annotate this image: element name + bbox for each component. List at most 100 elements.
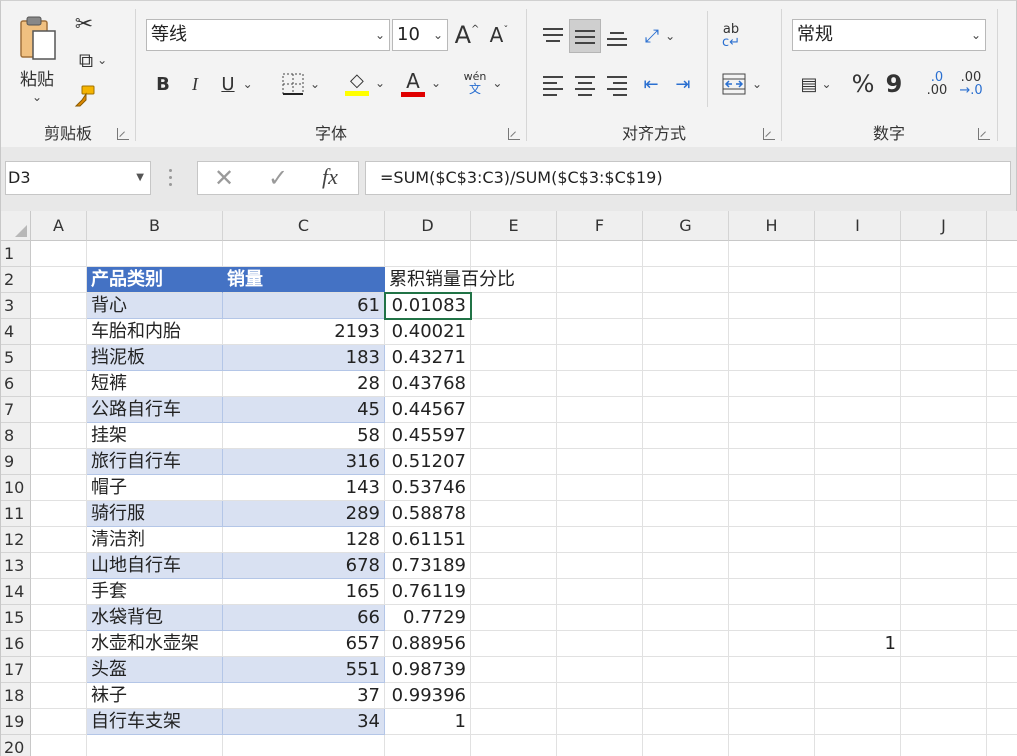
category-cell[interactable]: 短裤 <box>87 371 223 397</box>
sales-cell[interactable]: 37 <box>223 683 385 709</box>
clipboard-launcher-icon[interactable] <box>117 128 129 140</box>
middle-align-button[interactable] <box>569 19 601 53</box>
cumulative-pct-cell[interactable]: 0.61151 <box>385 527 471 553</box>
cell-a2[interactable] <box>31 267 87 293</box>
cell-g15[interactable] <box>643 605 729 631</box>
cell-h15[interactable] <box>729 605 815 631</box>
cell-j7[interactable] <box>901 397 987 423</box>
underline-button[interactable]: U ⌄ <box>214 69 260 99</box>
cell-h8[interactable] <box>729 423 815 449</box>
cell-c20[interactable] <box>223 735 385 756</box>
cell-j17[interactable] <box>901 657 987 683</box>
cell-f3[interactable] <box>557 293 643 319</box>
cell-h6[interactable] <box>729 371 815 397</box>
category-cell[interactable]: 清洁剂 <box>87 527 223 553</box>
cell-f13[interactable] <box>557 553 643 579</box>
cell-f10[interactable] <box>557 475 643 501</box>
row-header-3[interactable]: 3 <box>1 293 31 319</box>
cell-j20[interactable] <box>901 735 987 756</box>
category-cell[interactable]: 挡泥板 <box>87 345 223 371</box>
cumulative-pct-cell[interactable]: 0.51207 <box>385 449 471 475</box>
row-header-5[interactable]: 5 <box>1 345 31 371</box>
cell-g1[interactable] <box>643 241 729 267</box>
formula-input[interactable]: =SUM($C$3:C3)/SUM($C$3:$C$19) <box>365 161 1011 195</box>
cell-g10[interactable] <box>643 475 729 501</box>
cell-i7[interactable] <box>815 397 901 423</box>
cell-i11[interactable] <box>815 501 901 527</box>
row-header-2[interactable]: 2 <box>1 267 31 293</box>
category-cell[interactable]: 山地自行车 <box>87 553 223 579</box>
column-header-a[interactable]: A <box>31 211 87 241</box>
cell-h7[interactable] <box>729 397 815 423</box>
column-header-j[interactable]: J <box>901 211 987 241</box>
cell-h1[interactable] <box>729 241 815 267</box>
cell-a19[interactable] <box>31 709 87 735</box>
cell-e4[interactable] <box>471 319 557 345</box>
cell-d1[interactable] <box>385 241 471 267</box>
cumulative-pct-cell[interactable]: 0.73189 <box>385 553 471 579</box>
cell-i16[interactable]: 1 <box>815 631 901 657</box>
cell-e20[interactable] <box>471 735 557 756</box>
cell-a4[interactable] <box>31 319 87 345</box>
sales-cell[interactable]: 61 <box>223 293 385 319</box>
cell-h9[interactable] <box>729 449 815 475</box>
column-header-h[interactable]: H <box>729 211 815 241</box>
cell-e19[interactable] <box>471 709 557 735</box>
paste-button[interactable]: 粘贴 ⌄ <box>11 9 63 109</box>
cell-i18[interactable] <box>815 683 901 709</box>
cut-button[interactable]: ✂ <box>69 9 99 39</box>
align-center-button[interactable] <box>569 67 601 101</box>
cell-g14[interactable] <box>643 579 729 605</box>
row-header-16[interactable]: 16 <box>1 631 31 657</box>
sales-cell[interactable]: 678 <box>223 553 385 579</box>
cumulative-pct-cell[interactable]: 0.7729 <box>385 605 471 631</box>
cell-h11[interactable] <box>729 501 815 527</box>
sales-cell[interactable]: 316 <box>223 449 385 475</box>
cell-g4[interactable] <box>643 319 729 345</box>
cell-a15[interactable] <box>31 605 87 631</box>
name-box[interactable]: D3 ▼ <box>5 161 151 195</box>
cell-a14[interactable] <box>31 579 87 605</box>
sales-cell[interactable]: 28 <box>223 371 385 397</box>
enter-icon[interactable]: ✓ <box>268 164 288 192</box>
cell-g12[interactable] <box>643 527 729 553</box>
cell-c1[interactable] <box>223 241 385 267</box>
column-header-c[interactable]: C <box>223 211 385 241</box>
cell-j15[interactable] <box>901 605 987 631</box>
row-header-6[interactable]: 6 <box>1 371 31 397</box>
cell-i3[interactable] <box>815 293 901 319</box>
cell-a7[interactable] <box>31 397 87 423</box>
font-color-button[interactable]: A ⌄ <box>396 67 446 99</box>
cumulative-pct-cell[interactable]: 0.99396 <box>385 683 471 709</box>
cell-i2[interactable] <box>815 267 901 293</box>
cell-g3[interactable] <box>643 293 729 319</box>
cell-b1[interactable] <box>87 241 223 267</box>
category-cell[interactable]: 车胎和内胎 <box>87 319 223 345</box>
select-all-button[interactable] <box>1 211 31 241</box>
cell-e7[interactable] <box>471 397 557 423</box>
decrease-indent-button[interactable]: ⇤ <box>635 67 667 101</box>
cell-a11[interactable] <box>31 501 87 527</box>
cell-h4[interactable] <box>729 319 815 345</box>
sales-cell[interactable]: 128 <box>223 527 385 553</box>
category-cell[interactable]: 水壶和水壶架 <box>87 631 223 657</box>
column-header-e[interactable]: E <box>471 211 557 241</box>
cell-g6[interactable] <box>643 371 729 397</box>
cell-j19[interactable] <box>901 709 987 735</box>
cell-j13[interactable] <box>901 553 987 579</box>
cell-g18[interactable] <box>643 683 729 709</box>
cumulative-pct-cell[interactable]: 1 <box>385 709 471 735</box>
category-cell[interactable]: 骑行服 <box>87 501 223 527</box>
row-header-4[interactable]: 4 <box>1 319 31 345</box>
category-cell[interactable]: 公路自行车 <box>87 397 223 423</box>
decrease-decimal-button[interactable]: .00 →.0 <box>954 65 988 103</box>
cell-e18[interactable] <box>471 683 557 709</box>
format-painter-button[interactable] <box>69 81 99 111</box>
cell-a8[interactable] <box>31 423 87 449</box>
cell-g13[interactable] <box>643 553 729 579</box>
category-cell[interactable]: 帽子 <box>87 475 223 501</box>
cell-j11[interactable] <box>901 501 987 527</box>
orientation-button[interactable]: ⤢ ⌄ <box>635 19 685 53</box>
category-cell[interactable]: 手套 <box>87 579 223 605</box>
percent-style-button[interactable]: % <box>848 67 878 101</box>
